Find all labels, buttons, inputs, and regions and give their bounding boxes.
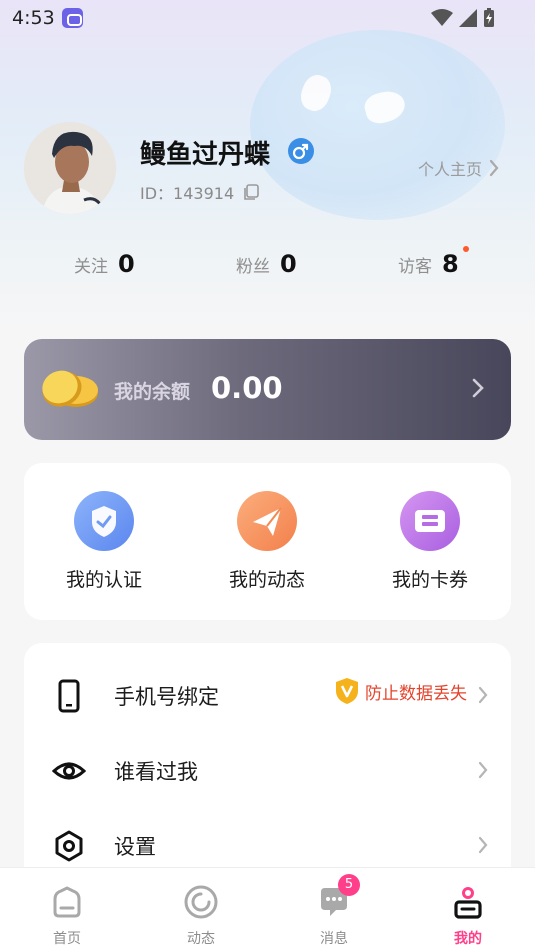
menu-who-viewed-me[interactable]: 谁看过我 [24, 740, 511, 800]
eye-icon [52, 762, 86, 780]
stat-label: 访客 [398, 257, 432, 277]
settings-menu: 手机号绑定 防止数据丢失 谁看过我 设置 [24, 643, 511, 883]
tab-feed[interactable]: 动态 [156, 884, 246, 948]
chevron-right-icon [478, 686, 488, 704]
phone-icon [58, 679, 80, 713]
tab-label: 我的 [454, 931, 482, 947]
circle-feed-icon [183, 884, 219, 920]
balance-amount: 0.00 [211, 371, 283, 405]
chevron-right-icon [489, 159, 499, 177]
tip-text: 防止数据丢失 [365, 683, 467, 704]
balance-card[interactable]: 我的余额 0.00 [24, 339, 511, 440]
signal-icon [459, 9, 477, 27]
menu-label: 手机号绑定 [114, 685, 219, 709]
tab-label: 消息 [320, 931, 348, 947]
tab-messages[interactable]: 5 消息 [289, 874, 379, 948]
quick-my-coupons[interactable]: 我的卡券 [360, 491, 500, 592]
quick-my-verification[interactable]: 我的认证 [34, 491, 174, 592]
quick-label: 我的卡券 [391, 569, 468, 591]
chevron-right-icon [472, 378, 484, 398]
stat-value: 0 [118, 250, 135, 278]
new-visitor-dot [462, 246, 469, 252]
menu-phone-binding[interactable]: 手机号绑定 防止数据丢失 [24, 665, 511, 725]
homepage-link[interactable]: 个人主页 [418, 156, 500, 180]
stat-value: 0 [280, 250, 297, 278]
stat-value: 8 [442, 250, 459, 278]
paper-plane-icon [237, 491, 297, 551]
battery-icon [484, 8, 494, 27]
avatar[interactable] [24, 122, 116, 214]
user-id-row: ID：143914 [140, 180, 260, 204]
home-icon [49, 884, 85, 920]
phone-binding-tip: 防止数据丢失 [335, 677, 467, 705]
status-bar: 4:53 [0, 0, 535, 36]
profile-icon [450, 884, 486, 920]
tab-label: 动态 [187, 931, 215, 947]
wifi-icon [431, 9, 453, 26]
unread-badge: 5 [338, 874, 360, 896]
menu-label: 设置 [114, 835, 156, 859]
copy-icon[interactable] [242, 183, 260, 201]
vip-shield-icon [336, 678, 358, 704]
chevron-right-icon [478, 836, 488, 854]
tab-home[interactable]: 首页 [22, 884, 112, 948]
quick-label: 我的动态 [228, 569, 305, 591]
quick-actions-card: 我的认证 我的动态 我的卡券 [24, 463, 511, 620]
menu-settings[interactable]: 设置 [24, 815, 511, 875]
ticket-icon [400, 491, 460, 551]
profile-section: 鳗鱼过丹蝶 ID：143914 个人主页 [24, 122, 514, 222]
nickname: 鳗鱼过丹蝶 [140, 140, 271, 170]
status-time: 4:53 [12, 7, 55, 29]
balance-label: 我的余额 [114, 381, 191, 403]
message-icon: 5 [316, 874, 360, 920]
status-icons [431, 8, 495, 28]
chevron-right-icon [478, 761, 488, 779]
tab-profile[interactable]: 我的 [423, 884, 513, 948]
quick-label: 我的认证 [65, 569, 142, 591]
shield-check-icon [74, 491, 134, 551]
stat-label: 关注 [74, 257, 108, 277]
quick-my-posts[interactable]: 我的动态 [197, 491, 337, 592]
homepage-label: 个人主页 [417, 160, 482, 179]
male-icon [288, 138, 314, 164]
hexagon-settings-icon [55, 830, 83, 862]
stat-following[interactable]: 关注 0 [74, 250, 135, 278]
stats-row: 关注 0 粉丝 0 访客 8 [0, 246, 535, 290]
stat-visitors[interactable]: 访客 8 [398, 246, 469, 278]
menu-label: 谁看过我 [114, 760, 198, 784]
stat-label: 粉丝 [236, 257, 270, 277]
stat-followers[interactable]: 粉丝 0 [236, 250, 297, 278]
notification-app-icon [62, 8, 83, 28]
user-id: ID：143914 [140, 184, 235, 203]
tab-label: 首页 [53, 931, 81, 947]
coins-icon [42, 370, 98, 407]
bottom-tab-bar: 首页 动态 5 消息 我的 [0, 867, 535, 951]
